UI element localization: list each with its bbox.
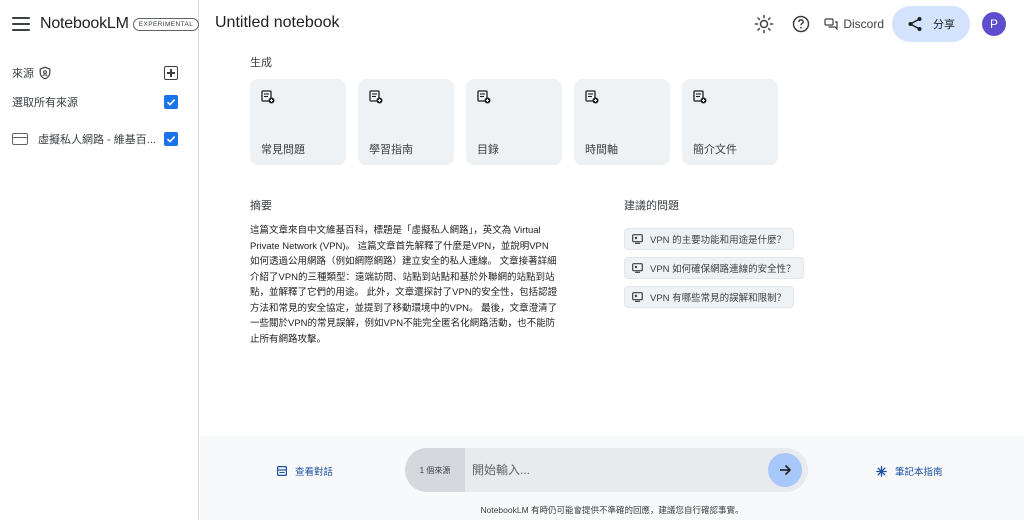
source-title: 虛擬私人網路 - 維基百... [38, 134, 156, 146]
summary-line: 這篇文章來自中文維基百科，標題是「虛擬私人網路」，英文為 Virtual [250, 225, 541, 236]
discord-label: Discord [843, 17, 884, 31]
send-button[interactable] [768, 453, 802, 487]
select-all-row[interactable]: 選取所有來源 [12, 93, 178, 111]
sources-header: 來源 [12, 64, 178, 82]
select-all-label: 選取所有來源 [12, 97, 78, 109]
app-logo[interactable]: NotebookLM [40, 15, 129, 33]
summary-line: 介紹了VPN的三種類型：遠端訪問、站點到站點和基於外聯網的站點到站 [250, 271, 555, 283]
chat-question-icon [632, 263, 643, 273]
suggested-question-chip[interactable]: VPN 的主要功能和用途是什麼？ [624, 228, 795, 250]
question-text: VPN 的主要功能和用途是什麼？ [650, 235, 787, 246]
disclaimer: NotebookLM 有時仍可能會提供不準確的回應，建議您自行確認事實。 [480, 505, 744, 515]
question-text: VPN 如何確保網路連線的安全性？ [650, 264, 796, 275]
note-add-icon [693, 90, 707, 104]
add-source-icon[interactable] [164, 66, 178, 80]
brand: NotebookLM EXPERIMENTAL [12, 12, 200, 36]
note-add-icon [477, 90, 491, 104]
card-label: 學習指南 [369, 144, 413, 156]
source-item[interactable]: 虛擬私人網路 - 維基百... [12, 130, 178, 148]
brightness-icon[interactable] [754, 14, 774, 34]
header-actions: Discord 分享 P [754, 6, 1006, 42]
view-chat-button[interactable]: 查看對話 [277, 464, 333, 478]
chat-question-icon [632, 292, 643, 302]
help-icon[interactable] [792, 15, 810, 33]
share-button[interactable]: 分享 [892, 6, 970, 42]
share-label: 分享 [933, 19, 955, 31]
sparkle-icon [876, 465, 887, 477]
card-label: 簡介文件 [693, 144, 737, 156]
sidebar: NotebookLM EXPERIMENTAL 來源 選取所有來源 虛擬私人網路… [0, 0, 200, 520]
sources-label: 來源 [12, 68, 34, 80]
notebook-guide-button[interactable]: 筆記本指南 [876, 464, 943, 478]
chat-bar: 查看對話 1 個來源 筆記本指南 NotebookLM 有時仍可能會提供不準確的… [200, 436, 1024, 520]
discord-icon [824, 18, 838, 30]
suggested-title: 建議的問題 [624, 200, 679, 212]
summary-line: 如何透過公用網路（例如網際網路）建立安全的私人連線。 文章接著詳細 [250, 256, 557, 267]
note-add-icon [369, 90, 383, 104]
note-add-icon [261, 90, 275, 104]
summary-line: 止所有網路攻擊。 [250, 333, 327, 345]
chat-box: 1 個來源 [405, 448, 808, 492]
question-text: VPN 有哪些常見的誤解和限制？ [650, 293, 787, 304]
send-arrow-icon [780, 464, 792, 476]
top-bar: Untitled notebook Discord 分享 P [200, 0, 1024, 48]
source-count-badge[interactable]: 1 個來源 [405, 448, 465, 492]
generate-card-study-guide[interactable]: 學習指南 [358, 79, 454, 165]
summary-title: 摘要 [250, 200, 272, 212]
chat-history-icon [277, 466, 287, 476]
check-icon [166, 99, 176, 106]
card-label: 時間軸 [585, 144, 618, 156]
source-checkbox[interactable] [164, 132, 178, 146]
notebook-title[interactable]: Untitled notebook [215, 14, 340, 32]
document-icon [12, 133, 28, 145]
discord-link[interactable]: Discord [824, 17, 884, 31]
experimental-badge: EXPERIMENTAL [132, 17, 200, 31]
generate-card-timeline[interactable]: 時間軸 [574, 79, 670, 165]
shield-icon[interactable] [38, 66, 52, 80]
generate-card-toc[interactable]: 目錄 [466, 79, 562, 165]
share-icon [908, 17, 922, 31]
notebook-guide-label: 筆記本指南 [895, 467, 943, 478]
card-label: 目錄 [477, 144, 499, 156]
summary-line: 點，並解釋了它們的用途。 此外，文章還探討了VPN的安全性，包括認證 [250, 287, 558, 298]
suggested-question-chip[interactable]: VPN 有哪些常見的誤解和限制？ [624, 286, 795, 308]
card-label: 常見問題 [261, 144, 305, 156]
view-chat-label: 查看對話 [295, 467, 334, 478]
summary-line: Private Network (VPN)。 這篇文章首先解釋了什麼是VPN，並… [250, 240, 549, 252]
avatar[interactable]: P [982, 12, 1006, 36]
select-all-checkbox[interactable] [164, 95, 178, 109]
suggested-question-chip[interactable]: VPN 如何確保網路連線的安全性？ [624, 257, 804, 279]
generate-card-faq[interactable]: 常見問題 [250, 79, 346, 165]
summary-line: 一些關於VPN的常見誤解，例如VPN不能完全匿名化網路活動，也不能防 [250, 318, 556, 329]
chat-input[interactable] [465, 448, 755, 492]
summary-text: 這篇文章來自中文維基百科，標題是「虛擬私人網路」，英文為 Virtual Pri… [250, 223, 600, 347]
note-add-icon [585, 90, 599, 104]
generate-card-briefing[interactable]: 簡介文件 [682, 79, 778, 165]
check-icon [166, 136, 176, 143]
chat-question-icon [632, 234, 643, 244]
menu-icon[interactable] [12, 17, 30, 31]
summary-line: 方法和常見的安全協定，並提到了移動環境中的VPN。 最後，文章澄清了 [250, 302, 558, 314]
generate-title: 生成 [250, 57, 272, 69]
